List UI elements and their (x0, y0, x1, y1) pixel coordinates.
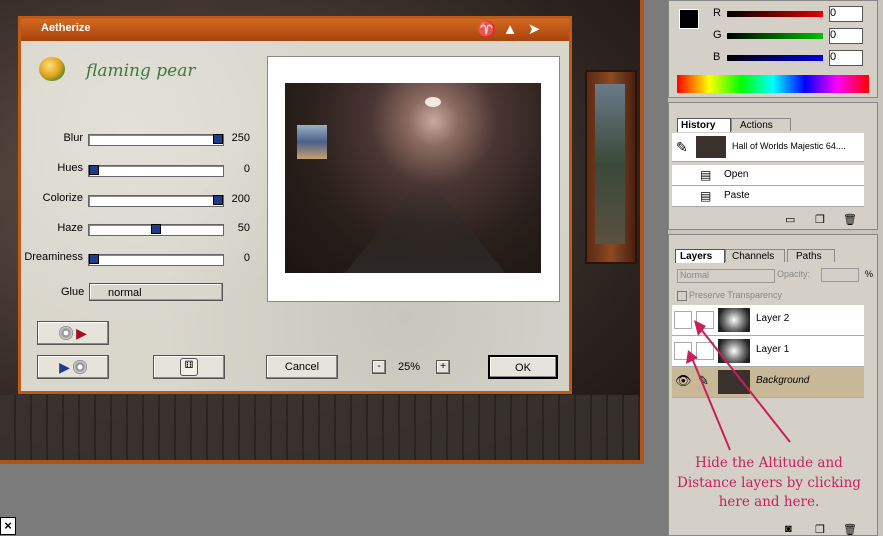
dice-icon: ⚅ (180, 358, 198, 377)
tab-layers[interactable]: Layers (675, 249, 725, 263)
dialog-titlebar[interactable]: Aetherize ♈ ▲ ➤ (21, 19, 569, 41)
percent-sign: % (865, 269, 874, 279)
r-slider[interactable] (727, 11, 823, 17)
g-slider[interactable] (727, 33, 823, 39)
save-settings-button[interactable]: ▶ (37, 355, 109, 379)
dreaminess-slider-thumb[interactable] (89, 254, 99, 264)
haze-label: Haze (57, 222, 83, 234)
zoom-level: 25% (398, 361, 421, 373)
ok-button[interactable]: OK (488, 355, 558, 379)
tab-channels[interactable]: Channels (725, 249, 785, 262)
history-snapshot[interactable]: ✎ Hall of Worlds Majestic 64.... (672, 133, 864, 162)
dreaminess-label: Dreaminess (24, 251, 83, 263)
g-input[interactable]: 0 (829, 28, 863, 44)
layer-mask-icon[interactable]: ◙ (785, 523, 792, 535)
dreaminess-value: 0 (243, 252, 250, 264)
hues-value: 0 (243, 163, 250, 175)
preview-image[interactable] (285, 83, 541, 273)
colorize-label: Colorize (42, 192, 83, 204)
painting-frame (585, 70, 637, 264)
new-document-icon[interactable]: ▭ (785, 213, 795, 226)
opacity-label: Opacity: (777, 269, 811, 279)
new-snapshot-icon[interactable]: ❐ (815, 213, 825, 226)
play-red-icon: ▶ (76, 325, 87, 342)
disc-icon (72, 360, 87, 375)
haze-value: 50 (237, 222, 250, 234)
b-slider[interactable] (727, 55, 823, 61)
canvas-floor (0, 395, 640, 460)
document-icon: ▤ (700, 168, 712, 182)
tab-history[interactable]: History (677, 118, 731, 132)
new-layer-icon[interactable]: ❐ (815, 523, 825, 536)
painting (595, 84, 625, 244)
load-settings-button[interactable]: ▶ (37, 321, 109, 345)
preview-poster (297, 125, 327, 159)
dialog-title: Aetherize (41, 22, 91, 34)
preview-light (425, 97, 441, 107)
zoom-in-button[interactable]: + (436, 360, 450, 374)
annotation-arrows (686, 320, 791, 451)
trash-icon[interactable]: 🗑 (843, 523, 857, 536)
aetherize-dialog: Aetherize ♈ ▲ ➤ flaming pear Blur 250 Hu… (18, 16, 572, 394)
glue-select[interactable]: normal (89, 283, 223, 301)
hues-slider-thumb[interactable] (89, 165, 99, 175)
arrow-to-layer-2 (699, 327, 791, 443)
haze-slider[interactable] (88, 224, 224, 236)
blur-slider-thumb[interactable] (213, 134, 223, 144)
colorize-slider[interactable] (88, 195, 224, 207)
randomize-button[interactable]: ⚅ (153, 355, 225, 379)
hues-slider[interactable] (88, 165, 224, 177)
preserve-transparency-label: Preserve Transparency (689, 290, 783, 300)
history-brush-icon: ✎ (676, 139, 688, 155)
arrow-to-layer-1 (691, 357, 731, 451)
flaming-pear-icon[interactable]: ♈ (477, 21, 496, 39)
hues-label: Hues (57, 162, 83, 174)
brand-name: flaming pear (86, 61, 196, 81)
g-label: G (713, 29, 722, 41)
blur-slider[interactable] (88, 134, 224, 146)
tab-actions[interactable]: Actions (731, 118, 791, 131)
arrow-icon[interactable]: ➤ (525, 21, 543, 39)
color-palette: R 0 G 0 B 0 (668, 0, 878, 98)
tab-paths[interactable]: Paths (787, 249, 835, 262)
history-item-paste[interactable]: ▤ Paste (672, 186, 864, 207)
trash-icon[interactable]: 🗑 (843, 213, 857, 226)
zoom-out-button[interactable]: - (372, 360, 386, 374)
foreground-color-swatch[interactable] (679, 9, 699, 29)
blur-label: Blur (63, 132, 83, 144)
opacity-input[interactable] (821, 268, 859, 282)
r-label: R (713, 7, 721, 19)
colorize-value: 200 (231, 193, 250, 205)
flaming-pear-logo (39, 57, 65, 81)
dreaminess-slider[interactable] (88, 254, 224, 266)
snapshot-thumbnail (696, 136, 726, 158)
colorize-slider-thumb[interactable] (213, 195, 223, 205)
preview-corridor-floor (345, 183, 505, 273)
blur-value: 250 (231, 132, 250, 144)
glue-label: Glue (61, 286, 85, 298)
history-palette: History Actions ✎ Hall of Worlds Majesti… (668, 102, 878, 230)
b-input[interactable]: 0 (829, 50, 863, 66)
workspace-background (0, 464, 668, 536)
color-ramp[interactable] (677, 75, 869, 93)
arrow-head (686, 350, 698, 364)
preview-frame (267, 56, 560, 302)
b-label: B (713, 51, 721, 63)
haze-slider-thumb[interactable] (151, 224, 161, 234)
play-blue-icon: ▶ (59, 359, 70, 376)
document-icon: ▤ (700, 189, 712, 203)
disc-icon (59, 326, 74, 341)
close-icon[interactable]: × (0, 517, 16, 535)
history-item-open[interactable]: ▤ Open (672, 165, 864, 186)
annotation-text: Hide the Altitude and Distance layers by… (677, 455, 861, 510)
blend-mode-select[interactable]: Normal (677, 269, 775, 283)
triangle-icon[interactable]: ▲ (501, 21, 519, 39)
r-input[interactable]: 0 (829, 6, 863, 22)
cancel-button[interactable]: Cancel (266, 355, 338, 379)
